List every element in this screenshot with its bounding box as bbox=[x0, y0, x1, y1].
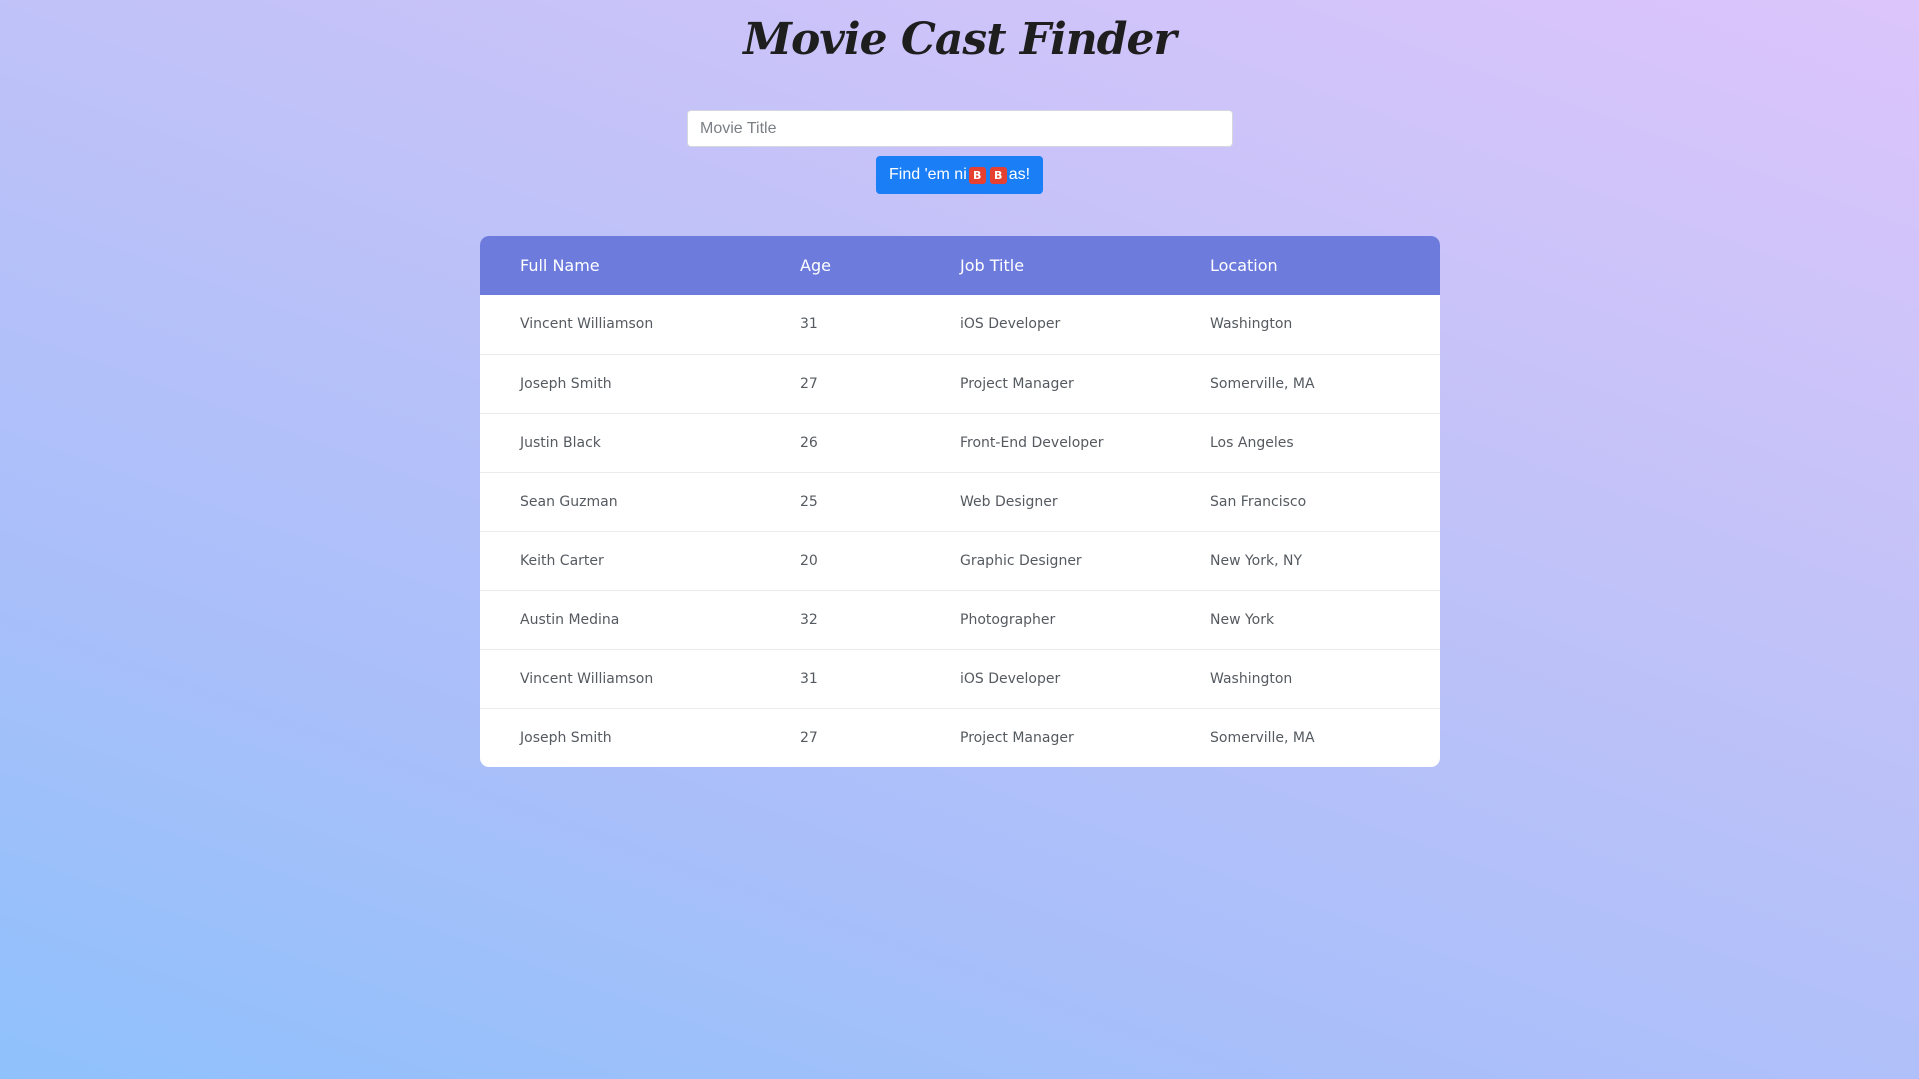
cell-location: New York bbox=[1210, 611, 1275, 628]
cell-location: Washington bbox=[1210, 670, 1293, 687]
cell-location: San Francisco bbox=[1210, 493, 1307, 510]
cell-full-name: Joseph Smith bbox=[520, 375, 612, 392]
b-button-emoji-icon: B bbox=[968, 166, 986, 184]
cell-full-name: Sean Guzman bbox=[520, 493, 618, 510]
cell-location: Washington bbox=[1210, 316, 1293, 333]
find-button-label-suffix: as! bbox=[1008, 166, 1031, 183]
cell-job-title: Project Manager bbox=[960, 729, 1074, 746]
table-row: Justin Black 26 Front-End Developer Los … bbox=[480, 413, 1440, 472]
page-title: Movie Cast Finder bbox=[743, 14, 1176, 65]
cell-full-name: Vincent Williamson bbox=[520, 670, 654, 687]
table-header-row: Full Name Age Job Title Location bbox=[480, 236, 1440, 295]
cell-age: 27 bbox=[800, 375, 818, 392]
cell-full-name: Keith Carter bbox=[520, 552, 604, 569]
cell-full-name: Austin Medina bbox=[520, 611, 620, 628]
cell-location: Los Angeles bbox=[1210, 434, 1294, 451]
table-row: Keith Carter 20 Graphic Designer New Yor… bbox=[480, 531, 1440, 590]
cell-age: 32 bbox=[800, 611, 818, 628]
cell-job-title: Web Designer bbox=[960, 493, 1058, 510]
column-header-full-name: Full Name bbox=[520, 256, 600, 275]
cell-location: Somerville, MA bbox=[1210, 375, 1315, 392]
cell-location: New York, NY bbox=[1210, 552, 1303, 569]
cell-age: 20 bbox=[800, 552, 818, 569]
cell-full-name: Joseph Smith bbox=[520, 729, 612, 746]
cell-job-title: iOS Developer bbox=[960, 316, 1061, 333]
table-row: Joseph Smith 27 Project Manager Somervil… bbox=[480, 354, 1440, 413]
cell-job-title: Front-End Developer bbox=[960, 434, 1104, 451]
find-button[interactable]: Find 'em ni B B as! bbox=[876, 156, 1044, 194]
table-row: Austin Medina 32 Photographer New York bbox=[480, 590, 1440, 649]
table-row: Sean Guzman 25 Web Designer San Francisc… bbox=[480, 472, 1440, 531]
cell-job-title: Graphic Designer bbox=[960, 552, 1082, 569]
cell-age: 31 bbox=[800, 670, 818, 687]
cell-age: 27 bbox=[800, 729, 818, 746]
table-row: Vincent Williamson 31 iOS Developer Wash… bbox=[480, 649, 1440, 708]
movie-title-input[interactable] bbox=[687, 110, 1233, 147]
table-row: Joseph Smith 27 Project Manager Somervil… bbox=[480, 708, 1440, 767]
cell-job-title: Project Manager bbox=[960, 375, 1074, 392]
cell-location: Somerville, MA bbox=[1210, 729, 1315, 746]
column-header-job-title: Job Title bbox=[960, 256, 1025, 275]
cell-age: 25 bbox=[800, 493, 818, 510]
cell-full-name: Justin Black bbox=[520, 434, 601, 451]
cell-age: 31 bbox=[800, 316, 818, 333]
cast-table: Full Name Age Job Title Location Vincent… bbox=[480, 236, 1440, 767]
b-button-emoji-icon: B bbox=[989, 166, 1007, 184]
column-header-location: Location bbox=[1210, 256, 1278, 275]
cell-full-name: Vincent Williamson bbox=[520, 316, 654, 333]
column-header-age: Age bbox=[800, 256, 831, 275]
table-row: Vincent Williamson 31 iOS Developer Wash… bbox=[480, 295, 1440, 354]
cell-job-title: Photographer bbox=[960, 611, 1056, 628]
cast-table-card: Full Name Age Job Title Location Vincent… bbox=[480, 236, 1440, 767]
find-button-label-prefix: Find 'em ni bbox=[889, 166, 967, 183]
cell-age: 26 bbox=[800, 434, 818, 451]
cell-job-title: iOS Developer bbox=[960, 670, 1061, 687]
